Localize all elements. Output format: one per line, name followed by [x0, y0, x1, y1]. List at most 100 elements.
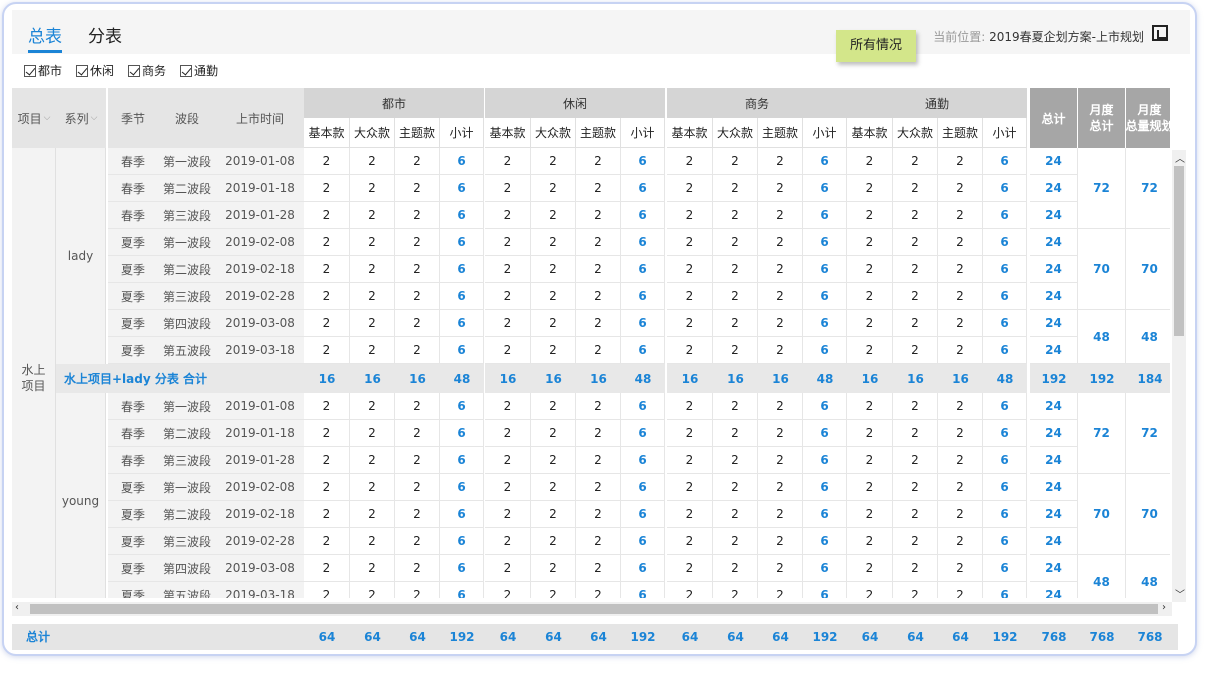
subtotal-cell[interactable]: 6: [803, 337, 847, 364]
value-cell[interactable]: 2: [713, 420, 758, 447]
value-cell[interactable]: 2: [893, 420, 938, 447]
value-cell[interactable]: 2: [350, 393, 395, 420]
subtotal-cell[interactable]: 6: [983, 474, 1027, 501]
monthly-plan-cell[interactable]: 72: [1126, 148, 1170, 229]
value-cell[interactable]: 2: [713, 337, 758, 364]
value-cell[interactable]: 2: [758, 310, 803, 337]
subtotal-cell[interactable]: 6: [621, 528, 665, 555]
subtotal-cell[interactable]: 6: [440, 555, 484, 582]
subtotal-cell[interactable]: 6: [621, 283, 665, 310]
value-cell[interactable]: 2: [847, 501, 893, 528]
value-cell[interactable]: 2: [395, 337, 440, 364]
checkbox-checked-icon[interactable]: [24, 64, 36, 77]
value-cell[interactable]: 2: [576, 175, 621, 202]
value-cell[interactable]: 2: [395, 148, 440, 175]
value-cell[interactable]: 2: [893, 283, 938, 310]
value-cell[interactable]: 2: [395, 393, 440, 420]
subtotal-cell[interactable]: 6: [803, 393, 847, 420]
subtotal-cell[interactable]: 6: [983, 447, 1027, 474]
subtotal-cell[interactable]: 6: [983, 175, 1027, 202]
subtotal-cell[interactable]: 6: [621, 310, 665, 337]
value-cell[interactable]: 2: [395, 501, 440, 528]
value-cell[interactable]: 2: [485, 337, 531, 364]
subtotal-cell[interactable]: 6: [440, 337, 484, 364]
subtotal-cell[interactable]: 6: [621, 555, 665, 582]
value-cell[interactable]: 2: [485, 582, 531, 598]
value-cell[interactable]: 2: [485, 256, 531, 283]
subtotal-cell[interactable]: 6: [440, 528, 484, 555]
expand-icon[interactable]: [1152, 25, 1168, 41]
value-cell[interactable]: 2: [350, 528, 395, 555]
value-cell[interactable]: 2: [847, 229, 893, 256]
subtotal-cell[interactable]: 6: [983, 420, 1027, 447]
value-cell[interactable]: 2: [395, 175, 440, 202]
value-cell[interactable]: 2: [938, 501, 983, 528]
value-cell[interactable]: 2: [531, 555, 576, 582]
column-header-series[interactable]: 系列 ⌵: [56, 88, 106, 148]
value-cell[interactable]: 2: [576, 310, 621, 337]
subtotal-cell[interactable]: 6: [621, 420, 665, 447]
value-cell[interactable]: 2: [395, 283, 440, 310]
subtotal-cell[interactable]: 6: [440, 256, 484, 283]
value-cell[interactable]: 2: [938, 310, 983, 337]
value-cell[interactable]: 2: [485, 528, 531, 555]
value-cell[interactable]: 2: [531, 420, 576, 447]
value-cell[interactable]: 2: [350, 283, 395, 310]
value-cell[interactable]: 2: [576, 337, 621, 364]
subtotal-cell[interactable]: 6: [440, 229, 484, 256]
subtotal-cell[interactable]: 6: [621, 202, 665, 229]
value-cell[interactable]: 2: [667, 229, 713, 256]
subtotal-cell[interactable]: 6: [621, 256, 665, 283]
value-cell[interactable]: 2: [350, 148, 395, 175]
value-cell[interactable]: 2: [758, 474, 803, 501]
value-cell[interactable]: 2: [713, 555, 758, 582]
value-cell[interactable]: 2: [485, 310, 531, 337]
value-cell[interactable]: 2: [847, 393, 893, 420]
checkbox-checked-icon[interactable]: [76, 64, 89, 77]
value-cell[interactable]: 2: [893, 582, 938, 598]
value-cell[interactable]: 2: [893, 393, 938, 420]
value-cell[interactable]: 2: [350, 202, 395, 229]
value-cell[interactable]: 2: [938, 283, 983, 310]
subtotal-cell[interactable]: 6: [803, 175, 847, 202]
value-cell[interactable]: 2: [531, 202, 576, 229]
filter-0[interactable]: 都市: [24, 62, 62, 79]
value-cell[interactable]: 2: [350, 310, 395, 337]
value-cell[interactable]: 2: [395, 474, 440, 501]
value-cell[interactable]: 2: [893, 555, 938, 582]
column-header-project[interactable]: 项目 ⌵: [12, 88, 56, 148]
value-cell[interactable]: 2: [758, 283, 803, 310]
subtotal-cell[interactable]: 6: [983, 393, 1027, 420]
subtotal-cell[interactable]: 6: [803, 256, 847, 283]
value-cell[interactable]: 2: [485, 229, 531, 256]
value-cell[interactable]: 2: [485, 148, 531, 175]
subtotal-cell[interactable]: 6: [983, 501, 1027, 528]
subtotal-cell[interactable]: 6: [983, 256, 1027, 283]
value-cell[interactable]: 2: [531, 256, 576, 283]
scroll-up-icon[interactable]: ︿: [1175, 150, 1185, 165]
value-cell[interactable]: 2: [667, 474, 713, 501]
value-cell[interactable]: 2: [667, 256, 713, 283]
value-cell[interactable]: 2: [304, 555, 350, 582]
value-cell[interactable]: 2: [485, 283, 531, 310]
value-cell[interactable]: 2: [485, 447, 531, 474]
subtotal-cell[interactable]: 6: [621, 501, 665, 528]
value-cell[interactable]: 2: [576, 474, 621, 501]
monthly-plan-cell[interactable]: 70: [1126, 229, 1170, 310]
value-cell[interactable]: 2: [847, 447, 893, 474]
value-cell[interactable]: 2: [485, 393, 531, 420]
subtotal-cell[interactable]: 6: [983, 528, 1027, 555]
value-cell[interactable]: 2: [713, 148, 758, 175]
value-cell[interactable]: 2: [350, 474, 395, 501]
value-cell[interactable]: 2: [576, 528, 621, 555]
value-cell[interactable]: 2: [531, 337, 576, 364]
value-cell[interactable]: 2: [395, 229, 440, 256]
subtotal-cell[interactable]: 6: [983, 310, 1027, 337]
value-cell[interactable]: 2: [758, 202, 803, 229]
subtotal-cell[interactable]: 6: [803, 202, 847, 229]
filter-3[interactable]: 通勤: [180, 62, 218, 79]
value-cell[interactable]: 2: [758, 555, 803, 582]
subtotal-cell[interactable]: 6: [440, 310, 484, 337]
value-cell[interactable]: 2: [485, 555, 531, 582]
value-cell[interactable]: 2: [667, 283, 713, 310]
